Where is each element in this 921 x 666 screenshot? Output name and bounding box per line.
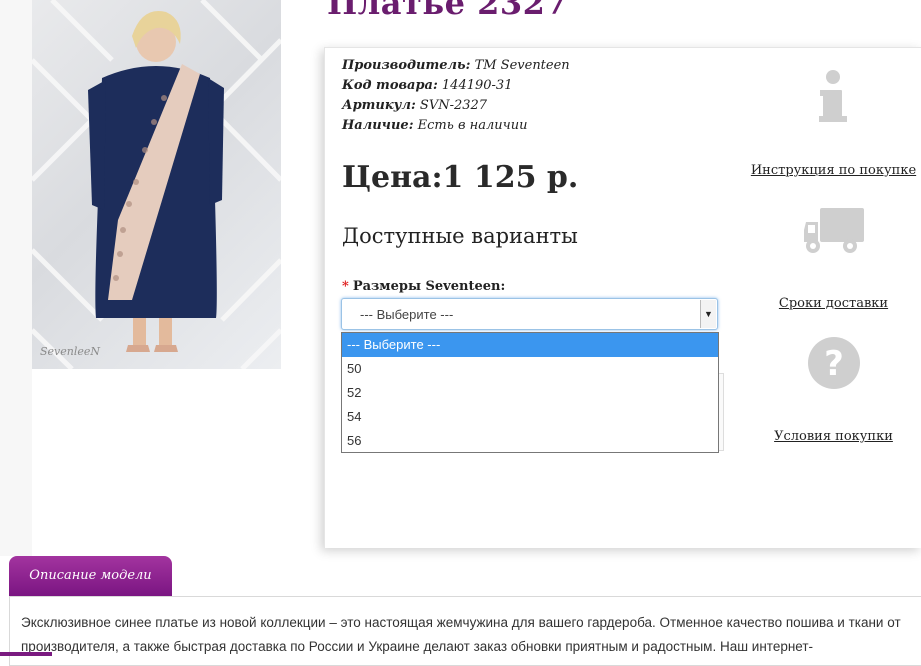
size-option-56[interactable]: 56 <box>342 429 718 453</box>
size-option-50[interactable]: 50 <box>342 357 718 381</box>
meta-article-label: Артикул: <box>342 98 416 113</box>
product-image[interactable]: SevenlееN <box>32 0 281 369</box>
delivery-block <box>745 206 921 263</box>
meta-availability-label: Наличие: <box>342 118 414 133</box>
side-links: Инструкция по покупке Сроки доставки ? У… <box>745 48 921 468</box>
variants-heading: Доступные варианты <box>342 224 578 248</box>
instruction-link[interactable]: Инструкция по покупке <box>751 163 916 178</box>
meta-manufacturer-value: ТМ Seventeen <box>474 58 570 73</box>
price-label: Цена: <box>342 160 443 195</box>
product-meta-list: Производитель: ТМ Seventeen Код товара: … <box>342 56 570 136</box>
meta-manufacturer-label: Производитель: <box>342 58 471 73</box>
product-info-panel: Производитель: ТМ Seventeen Код товара: … <box>324 47 921 548</box>
size-label: * Размеры Seventeen: <box>342 279 505 294</box>
info-icon <box>818 70 847 122</box>
delivery-link[interactable]: Сроки доставки <box>779 296 888 311</box>
description-text: Эксклюзивное синее платье из новой колле… <box>21 615 901 654</box>
size-option-54[interactable]: 54 <box>342 405 718 429</box>
image-watermark: SevenlееN <box>40 345 101 358</box>
delivery-link-wrap: Сроки доставки <box>745 294 921 312</box>
size-label-text: Размеры Seventeen: <box>352 279 506 294</box>
meta-availability-value: Есть в наличии <box>417 118 528 133</box>
meta-article: Артикул: SVN-2327 <box>342 96 570 116</box>
page-left-band <box>0 0 32 556</box>
instruction-block <box>745 68 921 133</box>
meta-code-value: 144190-31 <box>441 78 513 93</box>
conditions-link-wrap: Условия покупки <box>745 427 921 445</box>
product-title: Платье 2327 <box>327 0 569 22</box>
instruction-link-wrap: Инструкция по покупке <box>745 161 921 179</box>
svg-text:?: ? <box>824 344 844 384</box>
question-icon: ? <box>807 337 860 389</box>
truck-icon <box>803 208 864 253</box>
price: Цена:1 125 р. <box>342 160 578 195</box>
meta-manufacturer: Производитель: ТМ Seventeen <box>342 56 570 76</box>
meta-article-value: SVN-2327 <box>419 98 488 113</box>
tab-description[interactable]: Описание модели <box>9 556 172 596</box>
size-option-52[interactable]: 52 <box>342 381 718 405</box>
required-mark: * <box>342 279 349 294</box>
size-dropdown-list: --- Выберите --- 50 52 54 56 <box>341 332 719 453</box>
price-value: 1 125 р. <box>442 160 579 195</box>
size-option-placeholder[interactable]: --- Выберите --- <box>342 333 718 357</box>
meta-code-label: Код товара: <box>342 78 438 93</box>
conditions-block: ? <box>745 335 921 396</box>
chevron-down-icon[interactable]: ▼ <box>700 300 716 328</box>
meta-code: Код товара: 144190-31 <box>342 76 570 96</box>
meta-availability: Наличие: Есть в наличии <box>342 116 570 136</box>
conditions-link[interactable]: Условия покупки <box>774 429 893 444</box>
bottom-accent <box>0 652 52 656</box>
size-select[interactable]: --- Выберите --- ▼ <box>341 298 718 330</box>
size-select-value: --- Выберите --- <box>360 307 454 322</box>
